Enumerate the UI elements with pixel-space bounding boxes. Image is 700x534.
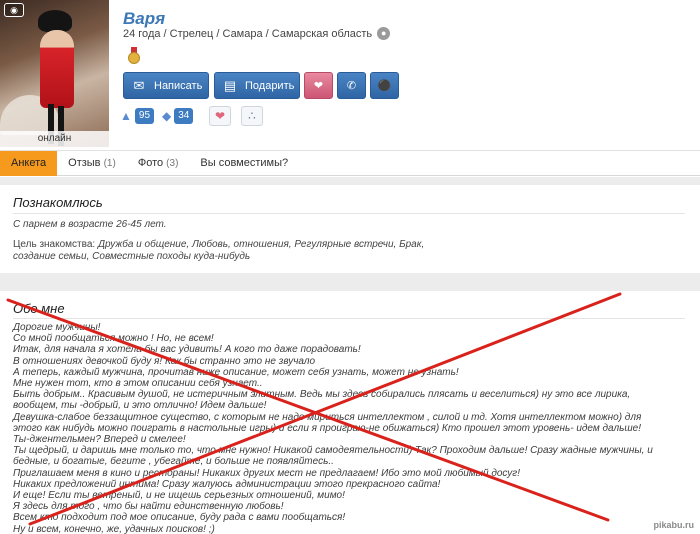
location-pin-icon[interactable]: ●: [377, 27, 391, 40]
profile-photo[interactable]: ◉ онлайн: [0, 0, 109, 147]
tab-reviews[interactable]: Отзыв (1): [57, 151, 127, 176]
gift-icon: ▤: [223, 77, 237, 93]
about-line: Мне нужен тот, кто в этом описании себя …: [13, 378, 263, 390]
meet-goal-label: Цель знакомства:: [13, 239, 96, 250]
profile-name: Варя: [123, 9, 166, 28]
about-line: Девушка-слабое беззащитное существо, с к…: [13, 411, 642, 423]
likes-count: 95: [134, 108, 155, 124]
heart-icon: ❤: [214, 109, 226, 123]
online-status: онлайн: [0, 131, 109, 147]
profile-header: ◉ онлайн Варя 24 года / Стрелец / Самара…: [0, 0, 700, 148]
about-line: Со мной пообщаться можно ! Но, не всем!: [13, 333, 214, 345]
about-text: Дорогие мужчины! Со мной пообщаться можн…: [13, 322, 688, 534]
write-message-label: Написать: [154, 79, 203, 92]
diamond-icon: ◆: [162, 109, 172, 123]
about-line: вообщем, ты -добрый, и это отлично! Идем…: [13, 400, 267, 412]
tab-compatibility[interactable]: Вы совместимы?: [189, 151, 299, 176]
tab-photos[interactable]: Фото (3): [127, 151, 190, 176]
about-line: Я здесь для того , что бы найти единстве…: [13, 501, 284, 513]
meet-goal-values: Дружба и общение, Любовь, отношения, Рег…: [97, 239, 425, 250]
meet-goal-line2: создание семьи, Совместные походы куда-н…: [13, 251, 251, 262]
about-line: А теперь, каждый мужчина, прочитав ниже …: [13, 366, 459, 378]
hearts-icon: ❤: [313, 80, 324, 92]
tab-anketa-label: Анкета: [11, 157, 47, 169]
gems-counter[interactable]: ◆ 34: [162, 108, 194, 124]
write-message-button[interactable]: ✉ Написать: [123, 72, 209, 99]
profile-meta-text: 24 года / Стрелец / Самара / Самарская о…: [123, 27, 373, 40]
voice-button[interactable]: ⚫: [370, 72, 399, 99]
meet-title: Познакомлюсь: [13, 195, 103, 210]
like-hearts-button[interactable]: ❤: [304, 72, 333, 99]
medal-icon: [127, 47, 141, 65]
tab-reviews-count: (1): [103, 158, 116, 169]
photo-figure: [40, 30, 74, 108]
about-line: Итак, для начала я хотела бы вас удивить…: [13, 344, 361, 356]
phone-icon: ✆: [346, 80, 357, 92]
about-line: Никаких предложений интима! Сразу жалуюс…: [13, 478, 441, 490]
profile-tabs: Анкета Отзыв (1) Фото (3) Вы совместимы?: [0, 150, 700, 176]
camera-icon[interactable]: ◉: [4, 3, 24, 17]
attach-button[interactable]: ∴: [241, 106, 263, 126]
about-line: Всем кто подходит под мое описание, буду…: [13, 512, 346, 524]
tab-photos-count: (3): [166, 158, 179, 169]
paperclip-icon: ∴: [248, 109, 256, 123]
about-line: Ты-джентельмен? Вперед и смелее!: [13, 434, 186, 446]
about-divider: [13, 318, 685, 319]
tab-anketa[interactable]: Анкета: [0, 151, 58, 176]
microphone-icon: ⚫: [377, 80, 392, 92]
about-line: этого как нибудь можно поиграть в настол…: [13, 422, 642, 434]
about-line: Ты щедрый, и даришь мне только то, что м…: [13, 445, 653, 457]
profile-meta: 24 года / Стрелец / Самара / Самарская о…: [123, 27, 391, 40]
meet-divider: [13, 213, 685, 214]
meet-goal-line1: Цель знакомства: Дружба и общение, Любов…: [13, 239, 424, 251]
meet-section: Познакомлюсь С парнем в возрасте 26-45 л…: [0, 185, 700, 273]
photo-hat: [38, 10, 72, 32]
gems-count: 34: [174, 108, 194, 124]
send-gift-button[interactable]: ▤ Подарить: [214, 72, 300, 99]
tab-reviews-label: Отзыв: [68, 157, 101, 169]
about-line: Ну и всем, конечно, же, удачных поисков!…: [13, 523, 215, 534]
about-line: бедные, и богатые, бегите , убегайте, и …: [13, 456, 334, 468]
send-gift-label: Подарить: [245, 79, 295, 92]
watermark: pikabu.ru: [653, 520, 694, 530]
envelope-icon: ✉: [133, 77, 145, 93]
about-line: Быть добрым.. Красивым душой, не истерич…: [13, 389, 631, 401]
tab-compatibility-label: Вы совместимы?: [200, 157, 289, 169]
meet-age: С парнем в возрасте 26-45 лет.: [13, 219, 167, 230]
about-title: Обо мне: [13, 301, 65, 316]
thumbs-up-icon: ▲: [120, 109, 132, 123]
about-line: В отношениях девочкой буду я! Как бы стр…: [13, 355, 316, 367]
about-line: И еще! Если ты ветреный, и не ищешь серь…: [13, 490, 345, 502]
section-gap: [0, 177, 700, 185]
about-line: Дорогие мужчины!: [13, 322, 101, 333]
favorite-button[interactable]: ❤: [209, 106, 231, 126]
section-gap-2: [0, 273, 700, 291]
tab-photos-label: Фото: [137, 157, 164, 169]
about-line: Приглашаем меня в кино и рестораны! Ника…: [13, 467, 521, 479]
call-button[interactable]: ✆: [337, 72, 366, 99]
likes-counter[interactable]: ▲ 95: [120, 108, 155, 124]
